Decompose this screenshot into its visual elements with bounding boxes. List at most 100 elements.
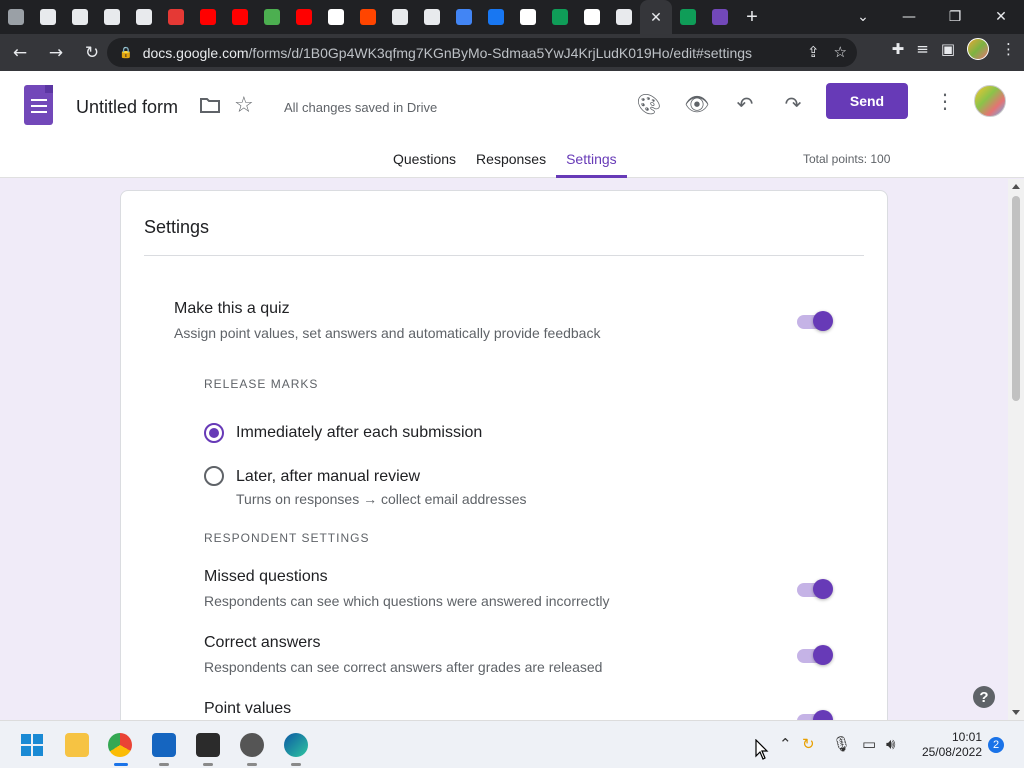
star-icon[interactable]: ☆	[234, 93, 254, 118]
quiz-toggle[interactable]	[797, 310, 835, 332]
form-title[interactable]: Untitled form	[76, 97, 178, 118]
scrollbar-thumb[interactable]	[1012, 196, 1020, 401]
tab-questions[interactable]: Questions	[383, 141, 466, 178]
browser-tab[interactable]	[128, 0, 160, 34]
browser-tab[interactable]	[672, 0, 704, 34]
edge-running-indicator	[291, 763, 301, 766]
new-tab-button[interactable]: +	[736, 0, 768, 34]
steam-icon[interactable]	[240, 733, 264, 757]
system-clock[interactable]: 10:01 25/08/2022	[912, 730, 982, 760]
browser-tab[interactable]	[256, 0, 288, 34]
edge-icon[interactable]	[284, 733, 308, 757]
browser-tab[interactable]	[64, 0, 96, 34]
browser-tab[interactable]	[480, 0, 512, 34]
help-icon[interactable]: ?	[973, 686, 995, 708]
browser-toolbar: ← → ↻ 🔒 docs.google.com/forms/d/1B0Gp4WK…	[0, 34, 1024, 71]
share-icon[interactable]: ⇪	[807, 43, 820, 61]
release-later-radio[interactable]	[204, 466, 224, 486]
move-to-folder-icon[interactable]	[199, 96, 221, 114]
browser-tab[interactable]	[608, 0, 640, 34]
windows-start-icon[interactable]	[21, 734, 43, 756]
browser-tab[interactable]	[448, 0, 480, 34]
reload-button[interactable]: ↻	[76, 37, 108, 69]
terminal-icon[interactable]	[196, 733, 220, 757]
lock-icon[interactable]: 🔒	[119, 46, 133, 59]
browser-tab[interactable]	[512, 0, 544, 34]
google-icon	[584, 9, 600, 25]
profile-avatar-small[interactable]	[967, 38, 989, 60]
undo-icon[interactable]: ↶	[730, 89, 760, 119]
reading-list-icon[interactable]: ≡	[916, 40, 929, 58]
window-controls: ⌄ — ❐ ✕	[840, 0, 1024, 34]
reddit-icon	[360, 9, 376, 25]
browser-tab[interactable]	[544, 0, 576, 34]
release-immediate-label[interactable]: Immediately after each submission	[236, 424, 482, 442]
redo-icon[interactable]: ↷	[778, 89, 808, 119]
restore-button[interactable]: ❐	[932, 0, 978, 34]
browser-tab[interactable]	[320, 0, 352, 34]
chat-icon	[552, 9, 568, 25]
bookmark-star-icon[interactable]: ☆	[834, 43, 847, 61]
close-window-button[interactable]: ✕	[978, 0, 1024, 34]
youtube-icon	[232, 9, 248, 25]
address-bar[interactable]: 🔒 docs.google.com/forms/d/1B0Gp4WK3qfmg7…	[107, 38, 857, 67]
sync-icon[interactable]: ↻	[802, 735, 815, 753]
tab-settings[interactable]: Settings	[556, 141, 627, 178]
save-status: All changes saved in Drive	[284, 100, 438, 115]
close-tab-icon[interactable]: ✕	[650, 9, 662, 26]
correct-answers-description: Respondents can see correct answers afte…	[204, 659, 603, 675]
browser-tab[interactable]	[96, 0, 128, 34]
correct-answers-title: Correct answers	[204, 634, 321, 651]
scroll-up-arrow-icon[interactable]	[1012, 184, 1020, 189]
browser-tab[interactable]	[224, 0, 256, 34]
youtube-icon	[296, 9, 312, 25]
missed-questions-toggle[interactable]	[797, 578, 835, 600]
forms-logo-icon[interactable]	[24, 85, 53, 125]
infinity-icon	[488, 9, 504, 25]
divider	[144, 255, 864, 256]
browser-tab[interactable]	[192, 0, 224, 34]
page-scrollbar[interactable]	[1008, 179, 1024, 720]
active-browser-tab[interactable]: ✕	[640, 0, 672, 34]
more-options-icon[interactable]: ⋮	[935, 89, 955, 113]
palette-icon[interactable]: 🎨︎	[634, 89, 664, 119]
browser-tab[interactable]	[160, 0, 192, 34]
correct-answers-toggle[interactable]	[797, 644, 835, 666]
browser-menu-icon[interactable]: ⋮	[1001, 40, 1016, 58]
release-immediate-radio[interactable]	[204, 423, 224, 443]
browser-tab[interactable]	[32, 0, 64, 34]
scroll-down-arrow-icon[interactable]	[1012, 710, 1020, 715]
send-button[interactable]: Send	[826, 83, 908, 119]
microphone-icon[interactable]: 🎙︎	[832, 735, 851, 753]
settings-heading: Settings	[144, 217, 210, 237]
browser-tab[interactable]	[416, 0, 448, 34]
tab-responses[interactable]: Responses	[466, 141, 556, 178]
forms-icon	[712, 9, 728, 25]
side-panel-icon[interactable]: ▣	[941, 40, 955, 58]
windows-taskbar: ⌃ ↻ 🎙︎ ▭ 🔊︎ 10:01 25/08/2022 2	[0, 720, 1024, 768]
back-button[interactable]: ←	[4, 37, 36, 69]
chrome-icon	[104, 9, 120, 25]
chrome-taskbar-icon[interactable]	[108, 733, 132, 757]
forward-button[interactable]: →	[40, 37, 72, 69]
quiz-description: Assign point values, set answers and aut…	[174, 325, 601, 341]
header-actions: 🎨︎ 👁︎ ↶ ↷	[634, 89, 808, 119]
tab-search-chevron-icon[interactable]: ⌄	[840, 0, 886, 34]
minimize-button[interactable]: —	[886, 0, 932, 34]
tray-overflow-chevron-icon[interactable]: ⌃	[779, 735, 792, 753]
release-later-label[interactable]: Later, after manual review	[236, 468, 420, 486]
file-explorer-icon[interactable]	[65, 733, 89, 757]
browser-tab[interactable]	[384, 0, 416, 34]
browser-tab[interactable]	[352, 0, 384, 34]
preview-eye-icon[interactable]: 👁︎	[682, 89, 712, 119]
browser-tab[interactable]	[704, 0, 736, 34]
browser-tab[interactable]	[288, 0, 320, 34]
volume-icon[interactable]: 🔊︎	[886, 735, 895, 753]
microsoft-store-icon[interactable]	[152, 733, 176, 757]
browser-tab[interactable]	[576, 0, 608, 34]
notification-badge[interactable]: 2	[988, 737, 1004, 753]
account-avatar[interactable]	[974, 85, 1006, 117]
network-icon[interactable]: ▭	[862, 735, 876, 753]
browser-tab[interactable]	[0, 0, 32, 34]
extensions-icon[interactable]: ✚	[892, 40, 905, 58]
